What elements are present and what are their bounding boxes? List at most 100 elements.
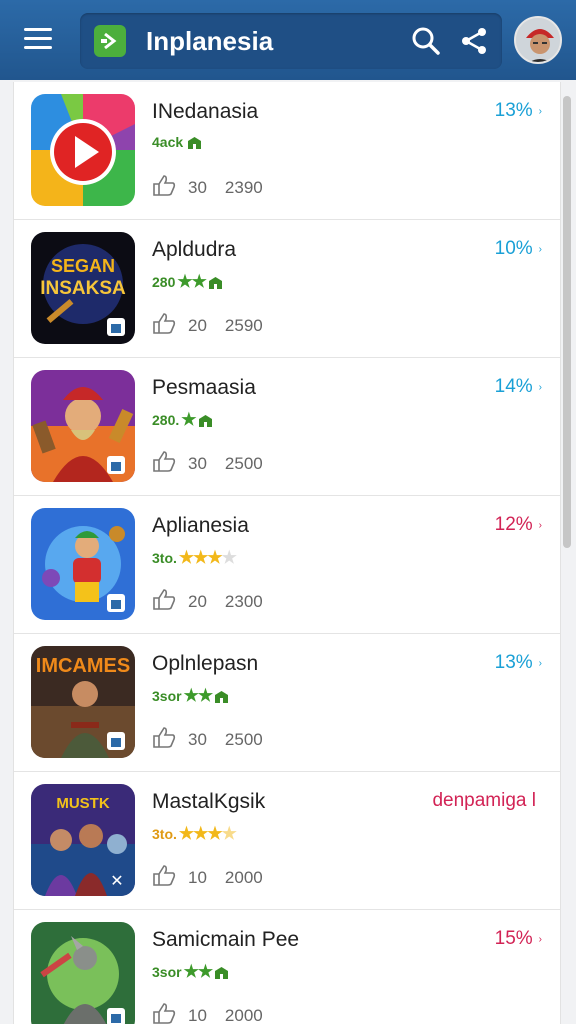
discount-badge: 10% ›	[495, 238, 542, 260]
thumbs-up-icon[interactable]	[152, 312, 176, 339]
svg-text:MUSTK: MUSTK	[56, 795, 109, 812]
store-icon	[215, 690, 229, 703]
thumbs-up-icon[interactable]	[152, 726, 176, 753]
download-count: 2300	[224, 591, 263, 611]
scrollbar[interactable]	[563, 96, 571, 548]
rating-stars: ★★	[177, 272, 207, 291]
thumbs-up-icon[interactable]	[152, 588, 176, 615]
app-rating-row: 3sor ★★	[152, 962, 229, 982]
store-icon	[208, 276, 222, 289]
list-item[interactable]: INedanasia 4ack 30 2390 13% ›	[14, 82, 560, 220]
title-search-bar[interactable]: Inplanesia	[80, 13, 502, 69]
badge-text: 12%	[494, 514, 533, 535]
half-star-icon: ★	[221, 824, 237, 843]
user-avatar[interactable]	[514, 16, 562, 64]
app-rating-row: 280 ★★	[152, 272, 222, 292]
svg-text:IMCAMES: IMCAMES	[36, 655, 130, 677]
app-stats: 30 2500	[152, 450, 263, 477]
badge-text: denpamiga l	[432, 790, 536, 811]
chevron-right-icon: ›	[538, 105, 542, 117]
app-stats: 10 2000	[152, 1002, 263, 1024]
chevron-right-icon: ›	[538, 933, 542, 945]
app-list: INedanasia 4ack 30 2390 13% › SEGAN INSAK…	[13, 82, 561, 1024]
app-name: Apldudra	[152, 238, 237, 261]
app-rating-row: 280. ★	[152, 410, 212, 430]
share-icon[interactable]	[458, 25, 490, 62]
chevron-right-icon: ›	[538, 519, 542, 531]
app-stats: 20 2590	[152, 312, 263, 339]
download-count: 2590	[224, 315, 263, 335]
like-count: 10	[188, 867, 207, 887]
app-rating-row: 4ack	[152, 134, 202, 150]
app-icon: MUSTK ✕	[31, 784, 135, 896]
store-icon	[198, 414, 212, 427]
like-count: 30	[188, 177, 207, 197]
list-item[interactable]: MUSTK ✕ MastalKgsik 3to. ★★★ ★ 10 2000 de…	[14, 772, 560, 910]
rating-text: 3to.	[152, 826, 177, 842]
list-item[interactable]: IMCAMES Oplnlepasn 3sor ★★ 30 2500 13% ›	[14, 634, 560, 772]
app-stats: 20 2300	[152, 588, 263, 615]
list-item[interactable]: Pesmaasia 280. ★ 30 2500 14% ›	[14, 358, 560, 496]
thumbs-up-icon[interactable]	[152, 174, 176, 201]
app-name: Samicmain Pee	[152, 928, 300, 951]
store-icon	[215, 966, 229, 979]
discount-badge: 13% ›	[495, 652, 542, 674]
svg-text:SEGAN: SEGAN	[51, 256, 115, 276]
search-icon[interactable]	[410, 25, 442, 62]
like-count: 20	[188, 591, 207, 611]
badge-text: 13%	[494, 652, 533, 673]
rating-text: 3sor	[152, 688, 182, 704]
app-icon: SEGAN INSAKSA	[31, 232, 135, 344]
badge-text: 14%	[494, 376, 533, 397]
like-count: 30	[188, 729, 207, 749]
thumbs-up-icon[interactable]	[152, 450, 176, 477]
app-name: INedanasia	[152, 100, 259, 123]
rating-text: 280.	[152, 412, 180, 428]
app-stats: 30 2390	[152, 174, 263, 201]
app-stats: 10 2000	[152, 864, 263, 891]
like-count: 30	[188, 453, 207, 473]
discount-badge: 14% ›	[495, 376, 542, 398]
app-name: Oplnlepasn	[152, 652, 259, 675]
download-count: 2000	[224, 867, 263, 887]
download-count: 2390	[224, 177, 263, 197]
discount-badge: 13% ›	[495, 100, 542, 122]
rating-text: 3to.	[152, 550, 177, 566]
list-item[interactable]: Aplianesia 3to. ★★★ ★ 20 2300 12% ›	[14, 496, 560, 634]
app-icon	[31, 922, 135, 1024]
discount-badge: 12% ›	[495, 514, 542, 536]
rating-stars: ★★★	[178, 824, 223, 843]
chevron-right-icon: ›	[538, 657, 542, 669]
rating-stars: ★★★	[178, 548, 223, 567]
app-rating-row: 3to. ★★★ ★	[152, 548, 237, 568]
like-count: 20	[188, 315, 207, 335]
app-name: Pesmaasia	[152, 376, 256, 399]
rating-stars: ★	[181, 410, 196, 429]
app-icon	[31, 94, 135, 206]
thumbs-up-icon[interactable]	[152, 1002, 176, 1024]
app-icon	[31, 508, 135, 620]
thumbs-up-icon[interactable]	[152, 864, 176, 891]
app-title: Inplanesia	[146, 26, 274, 56]
store-icon	[188, 136, 202, 149]
list-item[interactable]: Samicmain Pee 3sor ★★ 10 2000 15% ›	[14, 910, 560, 1024]
rating-text: 3sor	[152, 964, 182, 980]
app-name: Aplianesia	[152, 514, 249, 537]
discount-badge: 15% ›	[495, 928, 542, 950]
app-rating-row: 3sor ★★	[152, 686, 229, 706]
download-count: 2000	[224, 1005, 263, 1024]
list-item[interactable]: SEGAN INSAKSA Apldudra 280 ★★ 20 2590 10…	[14, 220, 560, 358]
like-count: 10	[188, 1005, 207, 1024]
app-rating-row: 3to. ★★★ ★	[152, 824, 237, 844]
download-count: 2500	[224, 729, 263, 749]
menu-icon[interactable]	[24, 28, 52, 52]
app-stats: 30 2500	[152, 726, 263, 753]
app-logo-icon	[94, 25, 126, 57]
chevron-right-icon: ›	[538, 243, 542, 255]
app-name: MastalKgsik	[152, 790, 266, 813]
discount-badge: denpamiga l	[432, 790, 542, 812]
download-count: 2500	[224, 453, 263, 473]
empty-star-icon: ★	[221, 548, 237, 567]
svg-text:INSAKSA: INSAKSA	[40, 278, 126, 299]
rating-text: 280	[152, 274, 176, 290]
